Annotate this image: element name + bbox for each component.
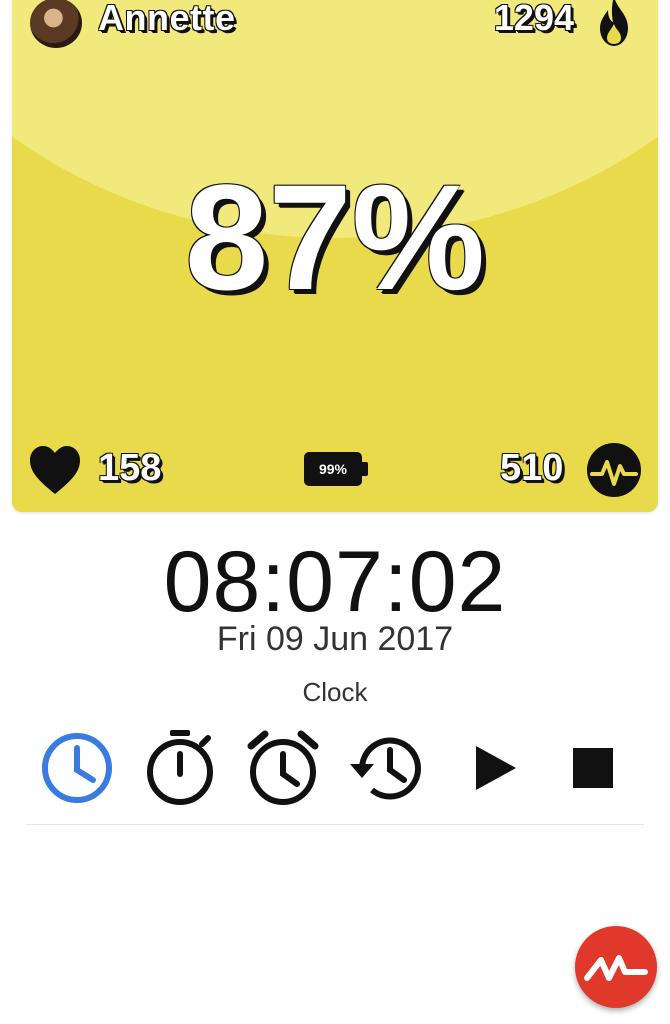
calories-value: 1294 — [493, 0, 574, 38]
stop-button[interactable] — [553, 728, 633, 808]
battery-indicator: 99% — [304, 452, 368, 486]
alarm-icon — [247, 730, 319, 805]
play-icon — [476, 746, 516, 790]
pulse-icon — [584, 955, 648, 981]
clock-button[interactable] — [37, 728, 117, 808]
clock-icon — [42, 733, 112, 803]
stop-icon — [573, 748, 613, 788]
activity-fab-button[interactable] — [575, 926, 657, 1008]
clock-date: Fri 09 Jun 2017 — [216, 620, 454, 658]
effort-percent: 87% — [184, 153, 486, 321]
heart-rate-value: 158 — [98, 447, 162, 489]
heart-icon — [30, 446, 80, 494]
user-name: Annette — [98, 0, 236, 38]
alarm-button[interactable] — [243, 728, 323, 808]
flame-icon — [600, 0, 628, 46]
points-value: 510 — [500, 447, 564, 489]
mode-label: Clock — [302, 677, 368, 707]
battery-level: 99% — [304, 452, 362, 486]
clock-time: 08:07:02 — [163, 534, 507, 630]
avatar[interactable] — [30, 0, 82, 48]
stopwatch-button[interactable] — [140, 728, 220, 808]
history-icon — [350, 737, 421, 800]
stopwatch-icon — [147, 730, 213, 805]
play-button[interactable] — [454, 728, 534, 808]
mode-toolbar — [0, 728, 670, 808]
history-button[interactable] — [346, 728, 426, 808]
pulse-icon — [587, 443, 641, 497]
divider — [26, 824, 644, 825]
battery-tip — [362, 462, 368, 476]
